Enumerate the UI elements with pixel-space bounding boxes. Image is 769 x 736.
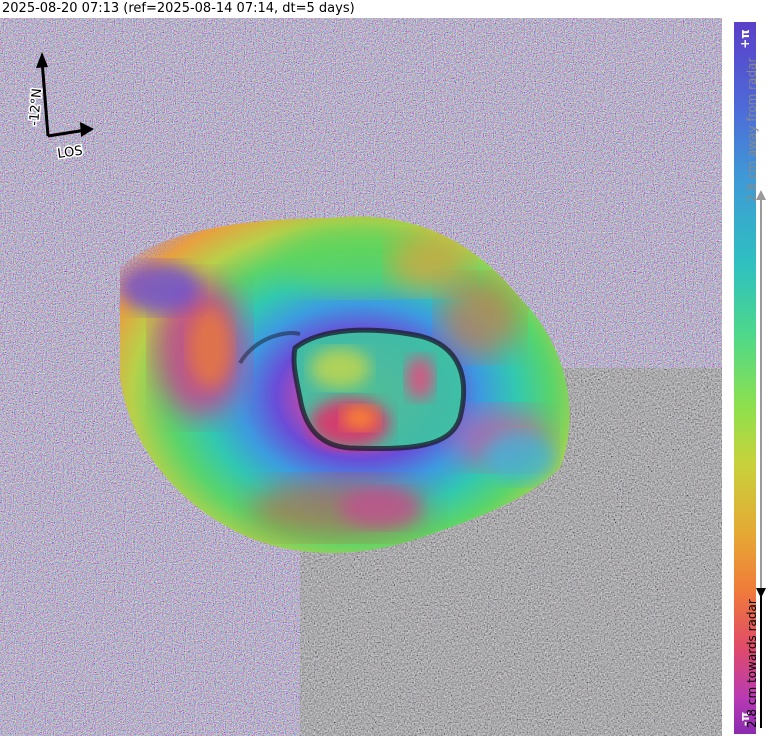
interferogram-map: -12°N LOS — [0, 18, 722, 736]
towards-arrow-line — [760, 588, 762, 728]
colorbar-max-label: +π — [738, 29, 752, 49]
colorbar-towards-label: 2.8 cm towards radar — [745, 599, 759, 728]
map-canvas: -12°N LOS — [0, 18, 722, 736]
image-title: 2025-08-20 07:13 (ref=2025-08-14 07:14, … — [2, 1, 355, 16]
phase-colorbar: +π -π 2.8 cm away from radar 2.8 cm towa… — [727, 22, 769, 734]
colorbar-away-label: 2.8 cm away from radar — [745, 57, 759, 202]
